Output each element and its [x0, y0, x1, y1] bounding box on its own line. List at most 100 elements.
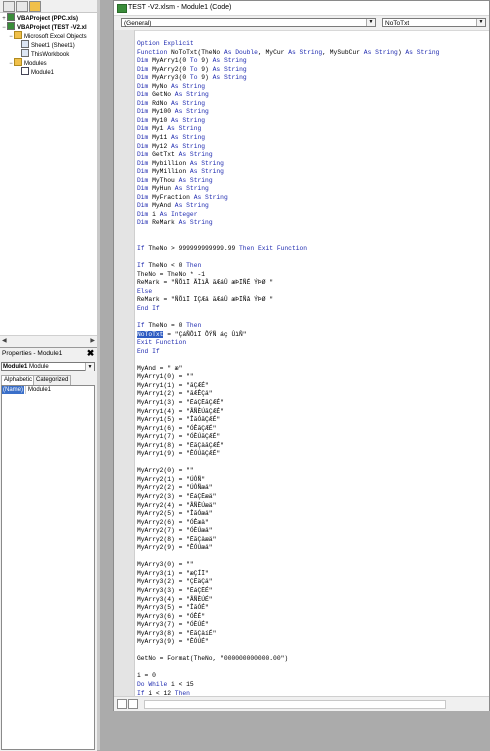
- code-line[interactable]: [137, 254, 439, 263]
- code-line[interactable]: MyArry2(3) = "ËáÇËæä": [137, 493, 439, 502]
- code-line[interactable]: MyArry1(0) = "": [137, 373, 439, 382]
- code-line[interactable]: MyArry2(4) = "ÃÑÈÚæä": [137, 502, 439, 511]
- code-line[interactable]: Exit Function: [137, 339, 439, 348]
- code-line[interactable]: [137, 356, 439, 365]
- code-line[interactable]: [137, 553, 439, 562]
- scroll-right-icon[interactable]: ▶: [90, 337, 95, 344]
- code-line[interactable]: GetNo = Format(TheNo, "000000000000.00"): [137, 655, 439, 664]
- tree-node[interactable]: + VBAProject (PPC.xls): [1, 13, 78, 22]
- code-line[interactable]: End If: [137, 348, 439, 357]
- code-line[interactable]: Dim My12 As String: [137, 143, 439, 152]
- code-line[interactable]: Dim My100 As String: [137, 108, 439, 117]
- tree-node[interactable]: Sheet1 (Sheet1): [15, 40, 75, 49]
- tree-node[interactable]: − VBAProject (TEST -V2.xl: [1, 22, 87, 31]
- code-line[interactable]: ReMark = "ÑÕìÏ ÏÇÆä ãÆáÛ æÞÏÑå ÝÞØ ": [137, 296, 439, 305]
- code-line[interactable]: Dim MyArry1(0 To 9) As String: [137, 57, 439, 66]
- code-line[interactable]: MyArry3(0) = "": [137, 561, 439, 570]
- tab-categorized[interactable]: Categorized: [33, 375, 72, 385]
- code-line[interactable]: MyArry2(0) = "": [137, 467, 439, 476]
- code-line[interactable]: MyAnd = " æ": [137, 365, 439, 374]
- code-line[interactable]: Dim Mybillion As String: [137, 160, 439, 169]
- chevron-down-icon[interactable]: ▼: [476, 19, 485, 26]
- pane-splitter[interactable]: [97, 0, 100, 750]
- margin-indicator-bar[interactable]: [114, 30, 135, 696]
- code-line[interactable]: MyArry3(5) = "ÎãÓÉ": [137, 604, 439, 613]
- tree-node[interactable]: − Modules: [8, 58, 47, 67]
- code-line[interactable]: Dim RdNo As String: [137, 100, 439, 109]
- code-line[interactable]: End If: [137, 305, 439, 314]
- code-line[interactable]: Dim MyMillion As String: [137, 168, 439, 177]
- code-line[interactable]: [137, 314, 439, 323]
- view-object-button[interactable]: [16, 1, 28, 12]
- toggle-folders-button[interactable]: [29, 1, 41, 12]
- code-line[interactable]: Dim GetNo As String: [137, 91, 439, 100]
- code-line[interactable]: MyArry2(8) = "ËãÇäæä": [137, 536, 439, 545]
- tree-node[interactable]: − Microsoft Excel Objects: [8, 31, 87, 40]
- object-selector[interactable]: Module1 Module ▼: [1, 362, 95, 371]
- code-line[interactable]: MyArry1(7) = "ÓÈÚãÇÆÉ": [137, 433, 439, 442]
- code-line[interactable]: MyArry1(6) = "ÓÊãÇÆÉ": [137, 425, 439, 434]
- code-line[interactable]: Dim My1 As String: [137, 125, 439, 134]
- code-line[interactable]: Function NoToTxt(TheNo As Double, MyCur …: [137, 49, 439, 58]
- code-line[interactable]: If TheNo < 0 Then: [137, 262, 439, 271]
- tree-node[interactable]: ThisWorkbook: [15, 49, 69, 58]
- code-line[interactable]: MyArry2(5) = "ÎãÓæä": [137, 510, 439, 519]
- code-line[interactable]: i = 0: [137, 672, 439, 681]
- code-line[interactable]: Dim MyFraction As String: [137, 194, 439, 203]
- code-line[interactable]: MyArry3(8) = "ËãÇäíÉ": [137, 630, 439, 639]
- property-row[interactable]: (Name) Module1: [2, 386, 94, 394]
- code-line[interactable]: MyArry1(4) = "ÃÑÈÚãÇÆÉ": [137, 408, 439, 417]
- code-line[interactable]: MyArry2(2) = "ÚÔÑæä": [137, 484, 439, 493]
- code-hscrollbar[interactable]: [114, 696, 489, 711]
- procedure-view-button[interactable]: [117, 699, 127, 709]
- tab-alphabetic[interactable]: Alphabetic: [1, 375, 36, 385]
- code-line[interactable]: Do While i < 15: [137, 681, 439, 690]
- code-line[interactable]: Dim My10 As String: [137, 117, 439, 126]
- code-line[interactable]: Dim MyAnd As String: [137, 202, 439, 211]
- code-line[interactable]: Dim My11 As String: [137, 134, 439, 143]
- code-line[interactable]: ReMark = "ÑÕìÏ ÃÌìÃ ãÆáÛ æÞÏÑÉ ÝÞØ ": [137, 279, 439, 288]
- code-line[interactable]: Dim ReMark As String: [137, 219, 439, 228]
- code-line[interactable]: [137, 237, 439, 246]
- code-line[interactable]: MyArry3(6) = "ÓÊÉ": [137, 613, 439, 622]
- code-line[interactable]: Dim MyArry3(0 To 9) As String: [137, 74, 439, 83]
- tree-node[interactable]: Module1: [15, 67, 54, 76]
- close-icon[interactable]: ✖: [86, 348, 95, 358]
- code-line[interactable]: NoToTxt = "ÇáÑÕìÏ ÕÝÑ áç ÛìÑ": [137, 330, 439, 340]
- code-editor[interactable]: Option Explicit Function NoToTxt(TheNo As…: [136, 30, 489, 696]
- code-line[interactable]: Dim GetTxt As String: [137, 151, 439, 160]
- code-line[interactable]: MyArry3(4) = "ÃÑÈÚÉ": [137, 596, 439, 605]
- code-line[interactable]: Option Explicit: [137, 40, 439, 49]
- chevron-down-icon[interactable]: ▼: [85, 363, 94, 371]
- scroll-left-icon[interactable]: ◀: [2, 337, 7, 344]
- code-line[interactable]: Dim i As Integer: [137, 211, 439, 220]
- code-line[interactable]: If TheNo = 0 Then: [137, 322, 439, 331]
- project-hscrollbar[interactable]: ◀ ▶: [0, 335, 97, 347]
- code-line[interactable]: MyArry3(2) = "ÇËäÇä": [137, 578, 439, 587]
- code-line[interactable]: Dim MyArry2(0 To 9) As String: [137, 66, 439, 75]
- code-line[interactable]: Dim MyThou As String: [137, 177, 439, 186]
- chevron-down-icon[interactable]: ▼: [366, 19, 375, 26]
- procedure-combo[interactable]: NoToTxt ▼: [382, 18, 486, 27]
- code-line[interactable]: [137, 664, 439, 673]
- full-module-view-button[interactable]: [128, 699, 138, 709]
- code-line[interactable]: MyArry1(2) = "ãÆÊÇä": [137, 390, 439, 399]
- code-line[interactable]: MyArry1(5) = "ÎãÓãÇÆÉ": [137, 416, 439, 425]
- code-line[interactable]: MyArry2(9) = "ÊÓÚæä": [137, 544, 439, 553]
- property-value[interactable]: Module1: [25, 386, 94, 394]
- code-line[interactable]: [137, 647, 439, 656]
- code-line[interactable]: Dim MyHun As String: [137, 185, 439, 194]
- view-code-button[interactable]: [3, 1, 15, 12]
- code-line[interactable]: Dim MyNo As String: [137, 83, 439, 92]
- code-line[interactable]: MyArry3(9) = "ÊÓÚÉ": [137, 638, 439, 647]
- code-line[interactable]: MyArry2(6) = "ÓÊæä": [137, 519, 439, 528]
- object-combo[interactable]: (General) ▼: [121, 18, 376, 27]
- code-line[interactable]: MyArry1(9) = "ÊÓÚãÇÆÉ": [137, 450, 439, 459]
- code-line[interactable]: MyArry2(7) = "ÓÈÚæä": [137, 527, 439, 536]
- code-line[interactable]: MyArry3(7) = "ÓÈÚÉ": [137, 621, 439, 630]
- code-line[interactable]: [137, 459, 439, 468]
- code-line[interactable]: MyArry1(3) = "ËáÇËãÇÆÉ": [137, 399, 439, 408]
- scroll-thumb[interactable]: [144, 700, 446, 709]
- code-line[interactable]: MyArry3(3) = "ËáÇËÉ": [137, 587, 439, 596]
- code-line[interactable]: If TheNo > 999999999999.99 Then Exit Fun…: [137, 245, 439, 254]
